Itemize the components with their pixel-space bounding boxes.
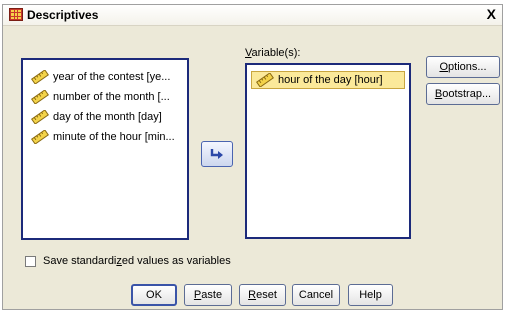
ruler-icon — [31, 70, 49, 84]
save-standardized-checkbox[interactable] — [25, 255, 36, 267]
list-item-label: number of the month [... — [53, 91, 170, 103]
ruler-icon — [31, 130, 49, 144]
reset-button[interactable]: Reset — [239, 284, 286, 306]
ruler-icon — [31, 110, 49, 124]
paste-button[interactable]: Paste — [184, 284, 232, 306]
title-bar[interactable]: Descriptives X — [3, 5, 502, 26]
list-item[interactable]: minute of the hour [min... — [23, 128, 187, 148]
ok-button[interactable]: OK — [131, 284, 177, 306]
list-item-label: day of the month [day] — [53, 111, 162, 123]
app-icon — [9, 8, 23, 21]
list-item[interactable]: hour of the day [hour] — [251, 71, 405, 89]
list-item-label: hour of the day [hour] — [278, 74, 383, 86]
ruler-icon — [31, 90, 49, 104]
variables-list[interactable]: hour of the day [hour] — [245, 63, 411, 239]
list-item[interactable]: day of the month [day] — [23, 108, 187, 128]
list-item-label: year of the contest [ye... — [53, 71, 171, 83]
save-standardized-label: Save standardized values as variables — [43, 255, 231, 267]
variables-label: Variable(s): — [245, 47, 301, 59]
ruler-icon — [256, 73, 274, 87]
options-button[interactable]: Options... — [426, 56, 500, 78]
source-variable-list[interactable]: year of the contest [ye... number of the… — [21, 58, 189, 240]
descriptives-dialog: Descriptives X year of the contest [ye..… — [2, 4, 503, 310]
window-title: Descriptives — [27, 8, 99, 22]
arrow-right-icon — [210, 149, 223, 159]
cancel-button[interactable]: Cancel — [292, 284, 340, 306]
move-to-variables-button[interactable] — [201, 141, 233, 167]
bootstrap-button[interactable]: Bootstrap... — [426, 83, 500, 105]
close-icon[interactable]: X — [487, 6, 496, 22]
save-standardized-option[interactable]: Save standardized values as variables — [25, 255, 231, 267]
list-item[interactable]: year of the contest [ye... — [23, 68, 187, 88]
list-item[interactable]: number of the month [... — [23, 88, 187, 108]
list-item-label: minute of the hour [min... — [53, 131, 175, 143]
help-button[interactable]: Help — [348, 284, 393, 306]
